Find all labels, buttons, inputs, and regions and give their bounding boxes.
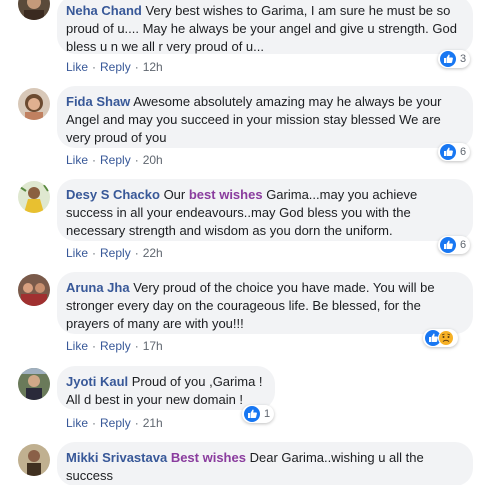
comment-text: Very best wishes to Garima, I am sure he…	[145, 3, 451, 18]
reaction-summary[interactable]: 6	[438, 236, 471, 254]
comment-author[interactable]: Jyoti Kaul	[66, 374, 128, 389]
comment-text: Dear Garima..wishing u all the	[249, 450, 424, 465]
separator: ·	[92, 60, 97, 74]
comment-author[interactable]: Desy S Chacko	[66, 187, 160, 202]
separator: ·	[92, 153, 97, 167]
sad-reaction-icon	[438, 330, 454, 346]
comment-text: Very proud of the choice you have made. …	[133, 280, 435, 295]
separator: ·	[134, 416, 139, 430]
comment-bubble: Jyoti Kaul Proud of you ,Garima ! All d …	[57, 366, 275, 410]
separator: ·	[92, 416, 97, 430]
separator: ·	[134, 60, 139, 74]
comment-text: Angel and may you succeed in your missio…	[66, 112, 441, 127]
like-link[interactable]: Like	[66, 339, 88, 353]
reply-link[interactable]: Reply	[100, 60, 131, 74]
comment-text: success in all your endeavours..may God …	[66, 205, 411, 220]
separator: ·	[134, 153, 139, 167]
like-reaction-icon	[440, 237, 456, 253]
separator: ·	[134, 246, 139, 260]
comment-actions: Like · Reply · 21h	[66, 415, 163, 431]
comment-text: Our	[163, 187, 186, 202]
comment-text: very proud of you	[66, 130, 167, 145]
avatar[interactable]	[18, 88, 50, 120]
comment-text: stronger every day on the courageous lif…	[66, 298, 421, 313]
comment-actions: Like · Reply · 22h	[66, 245, 163, 261]
avatar[interactable]	[18, 368, 50, 400]
like-reaction-icon	[440, 144, 456, 160]
comment-author[interactable]: Aruna Jha	[66, 280, 130, 295]
reply-link[interactable]: Reply	[100, 339, 131, 353]
separator: ·	[92, 246, 97, 260]
avatar[interactable]	[18, 181, 50, 213]
comment-author[interactable]: Neha Chand	[66, 3, 142, 18]
comment-text: bless u n we all r very proud of u...	[66, 39, 264, 54]
comment-bubble: Aruna Jha Very proud of the choice you h…	[57, 272, 473, 334]
separator: ·	[92, 339, 97, 353]
like-reaction-icon	[440, 51, 456, 67]
comment-time[interactable]: 12h	[143, 60, 163, 74]
comment-actions: Like · Reply · 20h	[66, 152, 163, 168]
comment-bubble: Mikki Srivastava Best wishes Dear Garima…	[57, 442, 473, 485]
avatar[interactable]	[18, 274, 50, 306]
comment-bubble: Desy S Chacko Our best wishes Garima...m…	[57, 179, 473, 241]
reaction-count: 6	[460, 239, 467, 251]
reply-link[interactable]: Reply	[100, 153, 131, 167]
comment-time[interactable]: 22h	[143, 246, 163, 260]
comment-text: Proud of you ,Garima !	[131, 374, 263, 389]
comment-text: Garima...may you achieve	[266, 187, 418, 202]
comment-time[interactable]: 21h	[143, 416, 163, 430]
like-reaction-icon	[244, 406, 260, 422]
comment-time[interactable]: 20h	[143, 153, 163, 167]
comment-text: All d best in your new domain !	[66, 392, 244, 407]
like-link[interactable]: Like	[66, 153, 88, 167]
highlighted-phrase[interactable]: best wishes	[189, 187, 263, 202]
reaction-summary[interactable]	[423, 329, 458, 347]
reaction-summary[interactable]: 3	[438, 50, 471, 68]
like-link[interactable]: Like	[66, 416, 88, 430]
reaction-count: 1	[264, 408, 271, 420]
comment-text: necessary strength and wisdom as you dor…	[66, 223, 393, 238]
reply-link[interactable]: Reply	[100, 416, 131, 430]
comment-time[interactable]: 17h	[143, 339, 163, 353]
comment-author[interactable]: Fida Shaw	[66, 94, 130, 109]
avatar[interactable]	[18, 0, 50, 20]
reaction-summary[interactable]: 1	[242, 405, 275, 423]
comment-actions: Like · Reply · 12h	[66, 59, 163, 75]
reaction-summary[interactable]: 6	[438, 143, 471, 161]
like-link[interactable]: Like	[66, 60, 88, 74]
avatar[interactable]	[18, 444, 50, 476]
comment-text: prayers of many are with you!!!	[66, 316, 244, 331]
separator: ·	[134, 339, 139, 353]
comment-text: success	[66, 468, 113, 483]
comment-author[interactable]: Mikki Srivastava	[66, 450, 167, 465]
reaction-count: 6	[460, 146, 467, 158]
like-link[interactable]: Like	[66, 246, 88, 260]
highlighted-phrase[interactable]: Best wishes	[171, 450, 246, 465]
comment-bubble: Neha Chand Very best wishes to Garima, I…	[57, 0, 473, 54]
comment-text: proud of u.... May he always be your ang…	[66, 21, 457, 36]
comment-text: Awesome absolutely amazing may he always…	[133, 94, 442, 109]
reaction-count: 3	[460, 53, 467, 65]
comment-feed: Neha Chand Very best wishes to Garima, I…	[0, 0, 499, 485]
reply-link[interactable]: Reply	[100, 246, 131, 260]
comment-actions: Like · Reply · 17h	[66, 338, 163, 354]
comment-bubble: Fida Shaw Awesome absolutely amazing may…	[57, 86, 473, 148]
